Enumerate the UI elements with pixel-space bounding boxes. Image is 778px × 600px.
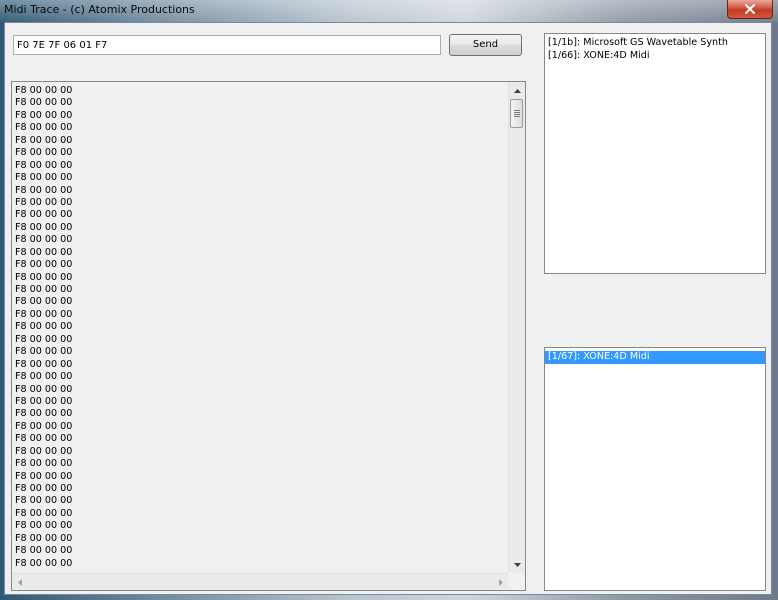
trace-line: F8 00 00 00 bbox=[15, 420, 73, 432]
trace-list: F8 00 00 00 F8 00 00 00 F8 00 00 00 F8 00 0… bbox=[15, 85, 510, 570]
trace-line: F8 00 00 00 bbox=[15, 395, 73, 407]
trace-line: F8 00 00 00 bbox=[15, 184, 73, 196]
scroll-up-arrow-icon[interactable] bbox=[509, 82, 525, 99]
trace-line: F8 00 00 00 bbox=[15, 134, 73, 146]
device-list-item[interactable]: [1/66]: XONE:4D Midi bbox=[545, 50, 765, 63]
scroll-left-arrow-icon[interactable] bbox=[12, 574, 28, 590]
output-device-items: [1/1b]: Microsoft GS Wavetable Synth [1/6… bbox=[545, 37, 765, 62]
trace-line: F8 00 00 00 bbox=[15, 308, 73, 320]
trace-line: F8 00 00 00 bbox=[15, 109, 73, 121]
midi-trace-log[interactable]: F8 00 00 00 F8 00 00 00 F8 00 00 00 F8 00 0… bbox=[11, 81, 526, 591]
trace-line: F8 00 00 00 bbox=[15, 408, 73, 420]
trace-line: F8 00 00 00 bbox=[15, 234, 73, 246]
scroll-down-arrow-icon[interactable] bbox=[509, 556, 525, 573]
trace-line: F8 00 00 00 bbox=[15, 296, 73, 308]
trace-line: F8 00 00 00 bbox=[15, 495, 73, 507]
window-client-area: Send F8 00 00 00F8 00 00 00F8 00 00 00F8… bbox=[4, 22, 772, 595]
trace-line: F8 00 00 00 bbox=[15, 371, 73, 383]
trace-line: F8 00 00 00 bbox=[15, 346, 73, 358]
trace-line: F8 00 00 00 bbox=[15, 221, 73, 233]
trace-line: F8 00 00 00 bbox=[15, 383, 73, 395]
close-button[interactable] bbox=[727, 0, 773, 19]
grip-icon bbox=[513, 110, 520, 117]
trace-line: F8 00 00 00 bbox=[15, 545, 73, 557]
trace-line: F8 00 00 00 bbox=[15, 470, 73, 482]
trace-line: F8 00 00 00 bbox=[15, 507, 73, 519]
trace-line: F8 00 00 00 bbox=[15, 433, 73, 445]
trace-line: F8 00 00 00 bbox=[15, 445, 73, 457]
midi-input-device-list[interactable]: [1/67]: XONE:4D Midi bbox=[544, 347, 766, 591]
close-icon bbox=[745, 4, 755, 14]
input-device-items: [1/67]: XONE:4D Midi bbox=[545, 351, 765, 364]
scroll-right-arrow-icon[interactable] bbox=[493, 574, 509, 590]
trace-line: F8 00 00 00 bbox=[15, 271, 73, 283]
title-bar[interactable]: Midi Trace - (c) Atomix Productions bbox=[0, 0, 778, 22]
trace-line: F8 00 00 00 bbox=[15, 85, 73, 96]
trace-line: F8 00 00 00 bbox=[15, 520, 73, 532]
trace-line: F8 00 00 00 bbox=[15, 147, 73, 159]
trace-line: F8 00 00 00 bbox=[15, 483, 73, 494]
sysex-input[interactable] bbox=[13, 35, 441, 55]
send-button[interactable]: Send bbox=[449, 34, 522, 56]
trace-line: F8 00 00 00 bbox=[15, 557, 73, 569]
scrollbar-corner bbox=[508, 573, 525, 590]
trace-line: F8 00 00 00 bbox=[15, 159, 73, 171]
device-list-item[interactable]: [1/1b]: Microsoft GS Wavetable Synth bbox=[545, 37, 765, 50]
trace-line: F8 00 00 00 bbox=[15, 358, 73, 370]
midi-output-device-list[interactable]: [1/1b]: Microsoft GS Wavetable Synth [1/6… bbox=[544, 33, 766, 274]
device-list-item[interactable]: [1/67]: XONE:4D Midi bbox=[545, 351, 765, 364]
trace-line: F8 00 00 00 bbox=[15, 196, 73, 208]
trace-line: F8 00 00 00 bbox=[15, 321, 73, 333]
trace-line: F8 00 00 00 bbox=[15, 532, 73, 544]
trace-line: F8 00 00 00 bbox=[15, 172, 73, 184]
trace-line: F8 00 00 00 bbox=[15, 259, 73, 271]
horizontal-scrollbar[interactable] bbox=[12, 573, 509, 590]
trace-line: F8 00 00 00 bbox=[15, 284, 73, 295]
trace-line: F8 00 00 00 bbox=[15, 97, 73, 109]
trace-line: F8 00 00 00 bbox=[15, 333, 73, 345]
trace-line: F8 00 00 00 bbox=[15, 209, 73, 221]
trace-line: F8 00 00 00 bbox=[15, 458, 73, 470]
vertical-scroll-thumb[interactable] bbox=[510, 99, 523, 128]
window-title: Midi Trace - (c) Atomix Productions bbox=[4, 3, 195, 16]
trace-line: F8 00 00 00 bbox=[15, 122, 73, 134]
vertical-scrollbar[interactable] bbox=[508, 82, 525, 573]
trace-line: F8 00 00 00 bbox=[15, 246, 73, 258]
